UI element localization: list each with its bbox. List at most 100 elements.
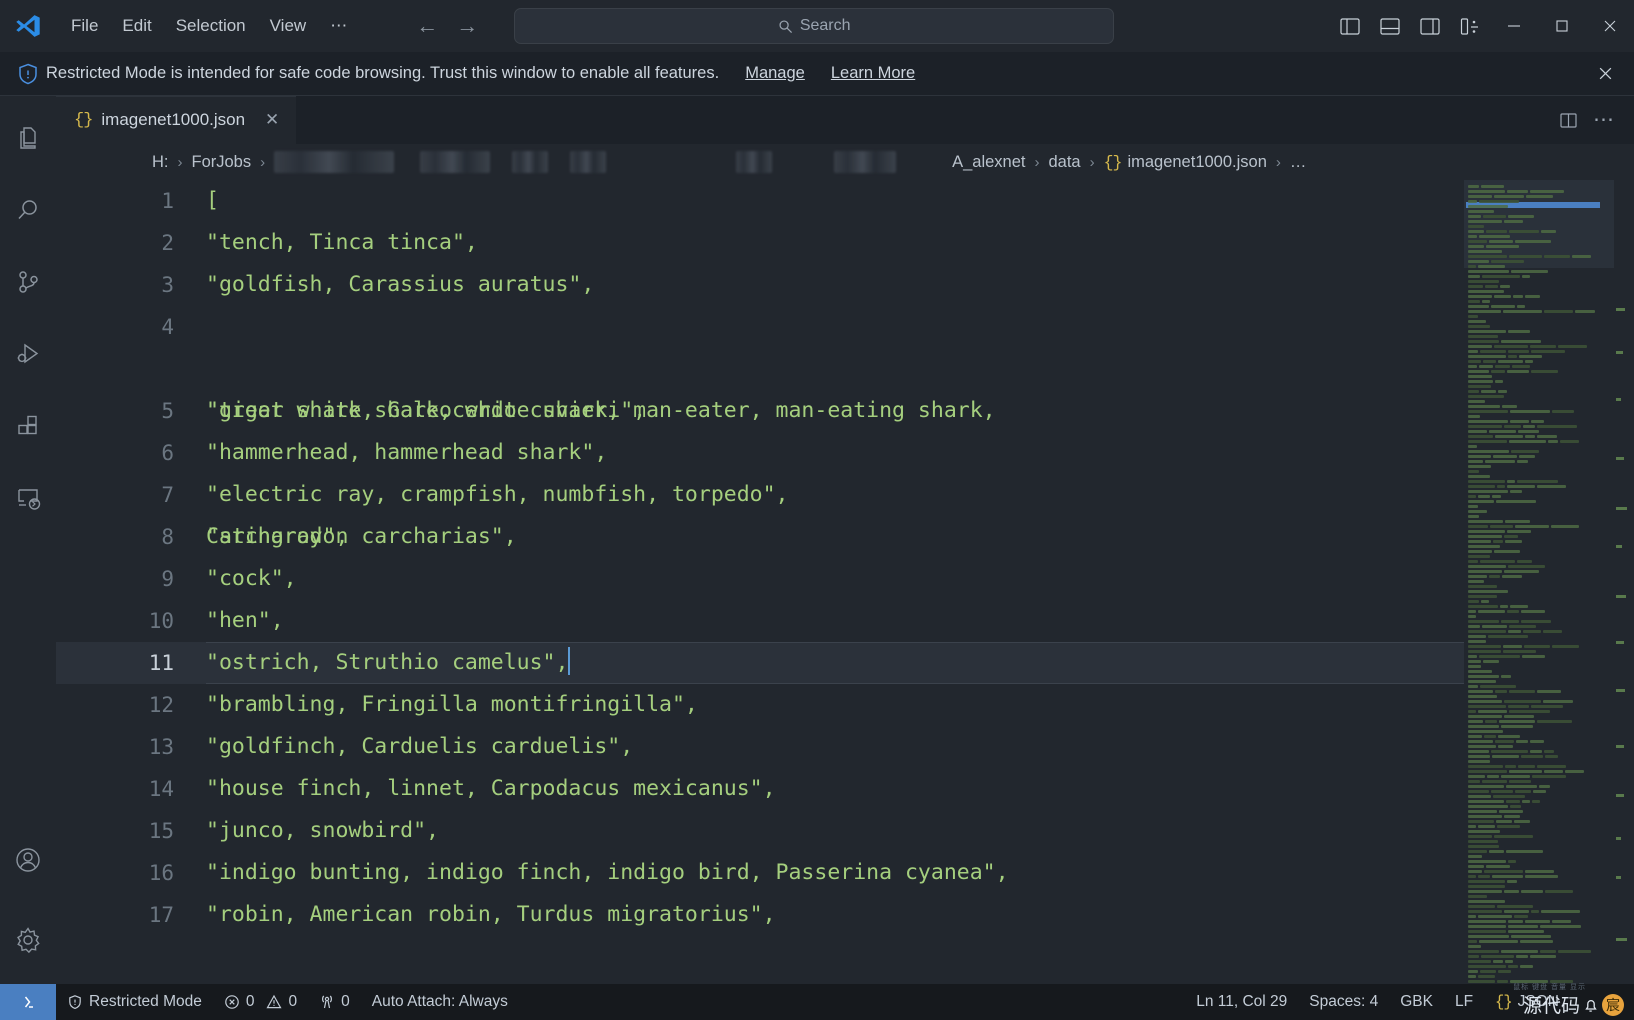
line-content: [ [206,188,219,213]
more-editor-actions-button[interactable]: ⋯ [1588,104,1620,136]
editor-scrollbar[interactable] [1614,180,1634,984]
editor-line[interactable]: 17 "robin, American robin, Turdus migrat… [56,894,1464,936]
breadcrumb-file[interactable]: imagenet1000.json [1127,153,1266,172]
editor-line[interactable]: 9 "cock", [56,558,1464,600]
editor-line[interactable]: 12 "brambling, Fringilla montifringilla"… [56,684,1464,726]
minimap-token [1468,425,1502,428]
breadcrumb-redacted-2[interactable] [420,151,491,173]
editor-line[interactable]: 3 "goldfish, Carassius auratus", [56,264,1464,306]
editor-line[interactable]: 6 "hammerhead, hammerhead shark", [56,432,1464,474]
search-icon [779,19,792,33]
code-editor[interactable]: 1 [ 2 "tench, Tinca tinca", 3 "goldfish,… [56,180,1634,984]
breadcrumb-symbols[interactable]: … [1290,153,1307,172]
editor-minimap[interactable] [1464,180,1614,984]
status-restricted-mode[interactable]: Restricted Mode [56,984,213,1020]
sidebar-item-extensions[interactable] [0,390,56,462]
status-encoding[interactable]: GBK [1389,984,1444,1020]
status-problems[interactable]: 0 0 [213,984,308,1020]
breadcrumb-forjobs[interactable]: ForJobs [192,153,252,172]
sidebar-item-source-control[interactable] [0,246,56,318]
go-back-icon[interactable]: ← [414,15,440,37]
breadcrumb-data[interactable]: data [1049,153,1081,172]
status-ports[interactable]: 0 [308,984,361,1020]
minimap-token [1496,820,1512,823]
search-input[interactable]: Search [514,8,1115,44]
editor-line[interactable]: 14 "house finch, linnet, Carpodacus mexi… [56,768,1464,810]
toggle-secondary-sidebar-button[interactable] [1410,9,1450,43]
minimap-token [1468,570,1502,573]
maximize-button[interactable] [1538,0,1586,52]
editor-line[interactable]: 8 "stingray", [56,516,1464,558]
minimap-token [1468,940,1477,943]
minimap-token [1468,245,1484,248]
tab-imagenet1000-json[interactable]: {} imagenet1000.json ✕ [56,96,298,144]
banner-close-button[interactable] [1592,61,1618,87]
minimap-token [1514,820,1530,823]
overview-ruler-mark [1616,837,1621,840]
menu-file[interactable]: File [60,11,109,41]
minimap-token [1499,720,1535,723]
ime-overlay[interactable]: 源代码 宸 [1523,991,1624,1018]
accounts-button[interactable] [0,824,56,896]
sidebar-item-explorer[interactable] [0,102,56,174]
editor-line[interactable]: 13 "goldfinch, Carduelis carduelis", [56,726,1464,768]
menu-view[interactable]: View [259,11,318,41]
minimap-token [1468,355,1506,358]
minimap-token [1532,800,1540,803]
sidebar-item-run-debug[interactable] [0,318,56,390]
editor-line-current[interactable]: 11 "ostrich, Struthio camelus", [56,642,1464,684]
tab-close-icon[interactable]: ✕ [262,110,282,130]
menu-selection[interactable]: Selection [165,11,257,41]
minimize-button[interactable] [1490,0,1538,52]
settings-button[interactable] [0,896,56,984]
editor-line[interactable]: 16 "indigo bunting, indigo finch, indigo… [56,852,1464,894]
customize-layout-button[interactable] [1450,9,1490,43]
breadcrumb-redacted-6[interactable] [834,151,897,173]
editor-line[interactable]: 10 "hen", [56,600,1464,642]
split-editor-right-button[interactable] [1552,104,1584,136]
editor-line[interactable]: 2 "tench, Tinca tinca", [56,222,1464,264]
breadcrumb-drive[interactable]: H: [152,153,169,172]
minimap-token [1478,825,1495,828]
status-cursor-position[interactable]: Ln 11, Col 29 [1185,984,1298,1020]
close-button[interactable] [1586,0,1634,52]
sidebar-item-search[interactable] [0,174,56,246]
minimap-token [1481,955,1514,958]
editor-line[interactable]: 7 "electric ray, crampfish, numbfish, to… [56,474,1464,516]
breadcrumb-redacted-5[interactable] [736,151,773,173]
minimap-token [1497,905,1533,908]
banner-learn-more-link[interactable]: Learn More [831,64,915,83]
minimap-token [1502,405,1517,408]
status-auto-attach[interactable]: Auto Attach: Always [361,984,519,1020]
minimap-token [1468,850,1487,853]
editor-line[interactable]: 5 "tiger shark, Galeocerdo cuvieri", [56,390,1464,432]
status-remote-button[interactable] [0,984,56,1020]
breadcrumb-a-alexnet[interactable]: A_alexnet [952,153,1025,172]
status-eol[interactable]: LF [1444,984,1484,1020]
banner-manage-link[interactable]: Manage [745,64,805,83]
toggle-panel-button[interactable] [1370,9,1410,43]
toggle-primary-sidebar-button[interactable] [1330,9,1370,43]
minimap-token [1524,645,1550,648]
editor-line[interactable]: 4 "great white shark, white shark, man-e… [56,306,1464,549]
sidebar-item-remote-explorer[interactable] [0,462,56,534]
breadcrumb-redacted-1[interactable] [274,151,395,173]
minimap-token [1575,310,1595,313]
minimap-token [1468,450,1509,453]
breadcrumb-redacted-4[interactable] [570,151,607,173]
breadcrumb-redacted-3[interactable] [512,151,549,173]
minimap-token [1478,915,1512,918]
menu-edit[interactable]: Edit [111,11,162,41]
minimap-token [1491,305,1515,308]
editor-line[interactable]: 1 [ [56,180,1464,222]
editor-line[interactable]: 15 "junco, snowbird", [56,810,1464,852]
minimap-token [1501,340,1541,343]
minimap-token [1480,350,1506,353]
minimap-token [1468,565,1506,568]
minimap-token [1468,555,1490,558]
menu-more[interactable]: ⋯ [319,11,358,41]
status-indentation[interactable]: Spaces: 4 [1298,984,1389,1020]
status-bar: Restricted Mode 0 0 0 Auto Attach: Alway… [0,984,1634,1020]
editor-code-area[interactable]: 1 [ 2 "tench, Tinca tinca", 3 "goldfish,… [56,180,1464,984]
go-forward-icon[interactable]: → [454,15,480,37]
